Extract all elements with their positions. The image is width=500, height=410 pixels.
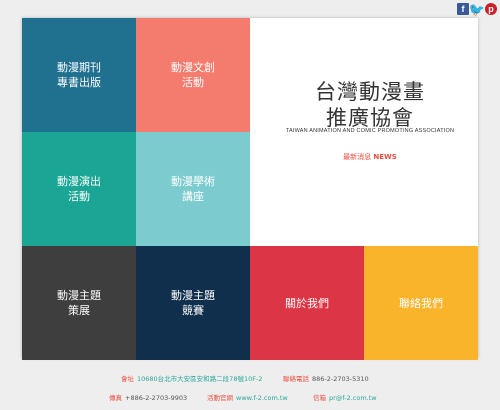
tile-label-line1: 動漫演出	[57, 175, 101, 188]
footer-website: 活動官網 www.f-2.com.tw	[207, 392, 288, 402]
tile-academic-lectures[interactable]: 動漫學術 講座	[136, 132, 250, 246]
menu-grid: 動漫期刊 專書出版 動漫文創 活動 台灣動漫畫 推廣協會 TAIWAN ANIM…	[22, 18, 478, 360]
hero-panel: 台灣動漫畫 推廣協會 TAIWAN ANIMATION AND COMIC PR…	[250, 18, 478, 246]
website-link[interactable]: www.f-2.com.tw	[236, 394, 288, 402]
tile-contact-us[interactable]: 聯絡我們	[364, 246, 478, 360]
footer-email: 信箱 pr@f-2.com.tw	[313, 392, 377, 402]
fax-label: 傳真	[109, 394, 122, 402]
address-label: 會址	[121, 375, 134, 383]
tile-label-line2: 活動	[182, 76, 204, 89]
footer-address: 會址 10680台北市大安區安和路二段78號10F-2	[121, 373, 262, 383]
phone-value: 886-2-2703-5310	[312, 375, 369, 383]
facebook-icon[interactable]: f	[457, 3, 469, 15]
news-link[interactable]: 最新消息 NEWS	[250, 152, 484, 162]
association-english-name: TAIWAN ANIMATION AND COMIC PROMOTING ASS…	[285, 128, 455, 134]
tile-label-line1: 動漫主題	[171, 289, 215, 302]
tile-about-us[interactable]: 關於我們	[250, 246, 364, 360]
tile-label-line2: 講座	[182, 190, 204, 203]
tile-label-line1: 動漫文創	[171, 61, 215, 74]
tile-performance-events[interactable]: 動漫演出 活動	[22, 132, 136, 246]
pinterest-icon[interactable]: p	[485, 3, 497, 15]
fax-value: +886-2-2703-9903	[125, 394, 188, 402]
tile-label: 聯絡我們	[399, 296, 443, 310]
email-label: 信箱	[313, 394, 326, 402]
tile-exhibitions[interactable]: 動漫主題 策展	[22, 246, 136, 360]
news-label-en: NEWS	[373, 153, 397, 161]
tile-label-line1: 動漫主題	[57, 289, 101, 302]
phone-label: 聯絡電話	[283, 375, 309, 383]
tile-label-line2: 活動	[68, 190, 90, 203]
tile-label: 關於我們	[285, 296, 329, 310]
tile-label-line2: 策展	[68, 304, 90, 317]
tile-publications[interactable]: 動漫期刊 專書出版	[22, 18, 136, 132]
news-label: 最新消息	[343, 153, 372, 161]
social-links: f 🐦 p	[457, 3, 497, 16]
email-link[interactable]: pr@f-2.com.tw	[329, 394, 377, 402]
tile-label-line2: 競賽	[182, 304, 204, 317]
tile-label-line2: 專書出版	[57, 76, 101, 89]
tile-cultural-events[interactable]: 動漫文創 活動	[136, 18, 250, 132]
footer-fax: 傳真 +886-2-2703-9903	[109, 392, 187, 402]
tile-competitions[interactable]: 動漫主題 競賽	[136, 246, 250, 360]
website-label: 活動官網	[207, 394, 233, 402]
footer-phone: 聯絡電話 886-2-2703-5310	[283, 373, 369, 383]
address-value: 10680台北市大安區安和路二段78號10F-2	[137, 375, 263, 383]
twitter-icon[interactable]: 🐦	[469, 3, 485, 16]
tile-label-line1: 動漫學術	[171, 175, 215, 188]
tile-label-line1: 動漫期刊	[57, 61, 101, 74]
